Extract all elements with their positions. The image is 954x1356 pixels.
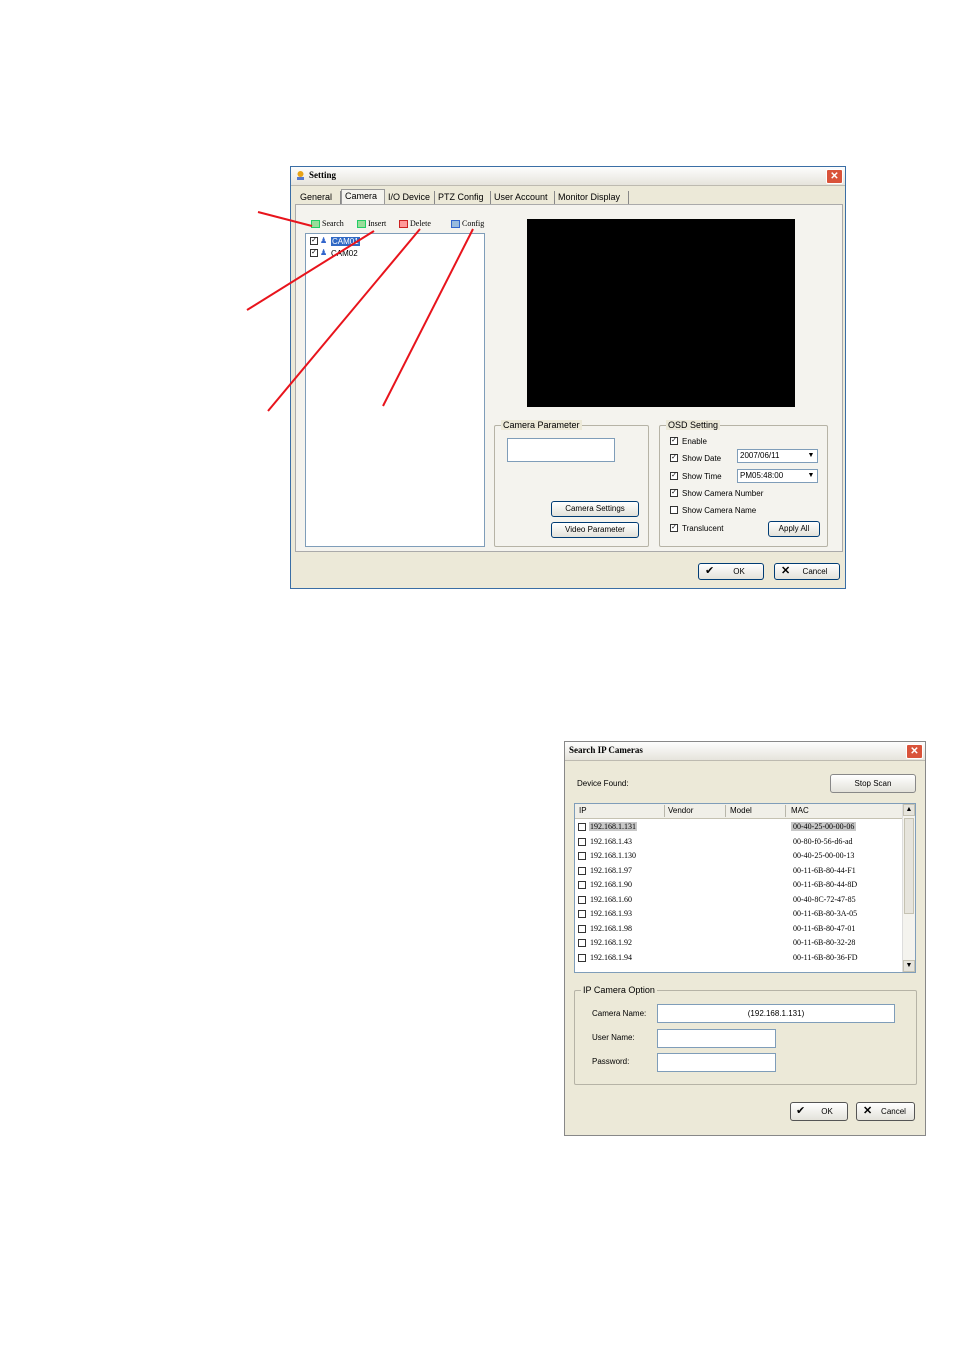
row-mac: 00-11-6B-80-44-F1 — [793, 865, 856, 875]
row-mac: 00-11-6B-80-44-8D — [793, 880, 858, 889]
table-row[interactable]: 192.168.1.97 00-11-6B-80-44-F1 — [578, 864, 898, 878]
table-row[interactable]: 192.168.1.94 00-11-6B-80-36-FD — [578, 951, 898, 965]
row-ip: 192.168.1.131 — [589, 822, 637, 831]
user-name-field[interactable] — [657, 1029, 776, 1048]
table-row[interactable]: 192.168.1.93 00-11-6B-80-3A-05 — [578, 907, 898, 921]
arrow-search — [257, 211, 313, 227]
row-ip: 192.168.1.90 — [590, 880, 632, 889]
checkbox[interactable] — [578, 881, 586, 889]
chevron-up-icon[interactable]: ▲ — [903, 804, 915, 816]
checkbox[interactable] — [578, 939, 586, 947]
list-scrollbar[interactable]: ▲ ▼ — [902, 804, 915, 972]
row-mac: 00-40-25-00-00-13 — [793, 851, 855, 860]
table-row[interactable]: 192.168.1.43 00-80-f0-56-d6-ad — [578, 835, 898, 849]
checkbox[interactable] — [578, 924, 586, 933]
user-name-label: User Name: — [592, 1033, 635, 1042]
column-vendor[interactable]: Vendor — [668, 806, 693, 815]
row-ip: 192.168.1.92 — [590, 938, 632, 947]
row-ip: 192.168.1.93 — [590, 909, 632, 918]
list-header: IP Vendor Model MAC — [575, 804, 903, 819]
checkbox[interactable] — [578, 866, 586, 875]
camera-name-label: Camera Name: — [592, 1009, 647, 1018]
annotation-arrows — [246, 211, 474, 412]
search-ok-button[interactable]: ✔ OK — [790, 1102, 848, 1121]
row-ip: 192.168.1.130 — [590, 851, 636, 860]
table-row[interactable]: 192.168.1.98 00-11-6B-80-47-01 — [578, 922, 898, 936]
row-mac: 00-80-f0-56-d6-ad — [793, 836, 853, 846]
table-row[interactable]: 192.168.1.130 00-40-25-00-00-13 — [578, 849, 898, 863]
table-row[interactable]: 192.168.1.60 00-40-8C-72-47-85 — [578, 893, 898, 907]
scroll-thumb[interactable] — [904, 818, 914, 914]
arrow-insert — [246, 230, 375, 311]
row-ip: 192.168.1.97 — [590, 865, 632, 875]
column-ip[interactable]: IP — [579, 806, 587, 815]
checkbox[interactable] — [578, 953, 586, 962]
row-ip: 192.168.1.98 — [590, 923, 632, 933]
search-title-bar: Search IP Cameras ✕ — [565, 742, 925, 761]
chevron-down-icon[interactable]: ▼ — [903, 960, 915, 972]
row-ip: 192.168.1.60 — [590, 894, 632, 904]
search-ip-cameras-window: Search IP Cameras ✕ Device Found: Stop S… — [564, 741, 926, 1136]
row-mac: 00-40-8C-72-47-85 — [793, 894, 856, 904]
device-list[interactable]: IP Vendor Model MAC 192.168.1.131 00-40-2… — [574, 803, 916, 973]
close-icon[interactable]: ✕ — [906, 744, 923, 759]
ip-camera-option-group: IP Camera Option Camera Name: (192.168.1… — [574, 985, 917, 1085]
checkbox[interactable] — [578, 895, 586, 904]
arrow-config — [382, 228, 474, 407]
table-row[interactable]: 192.168.1.90 00-11-6B-80-44-8D — [578, 878, 898, 892]
check-icon: ✔ — [796, 1105, 806, 1117]
checkbox[interactable] — [578, 823, 586, 831]
row-ip: 192.168.1.43 — [590, 836, 632, 846]
row-mac: 00-40-25-00-00-06 — [791, 822, 857, 831]
stop-scan-button[interactable]: Stop Scan — [830, 774, 916, 793]
table-row[interactable]: 192.168.1.131 00-40-25-00-00-06 — [578, 820, 898, 834]
search-title: Search IP Cameras — [569, 745, 643, 755]
column-mac[interactable]: MAC — [791, 806, 809, 815]
password-field[interactable] — [657, 1053, 776, 1072]
arrow-delete — [267, 228, 421, 412]
password-label: Password: — [592, 1057, 630, 1066]
row-mac: 00-11-6B-80-3A-05 — [793, 909, 858, 918]
table-row[interactable]: 192.168.1.92 00-11-6B-80-32-28 — [578, 936, 898, 950]
checkbox[interactable] — [578, 852, 586, 860]
camera-name-field[interactable]: (192.168.1.131) — [657, 1004, 895, 1023]
row-ip: 192.168.1.94 — [590, 952, 632, 962]
checkbox[interactable] — [578, 837, 586, 846]
close-icon: ✕ — [863, 1105, 873, 1117]
row-mac: 00-11-6B-80-36-FD — [793, 952, 858, 962]
column-model[interactable]: Model — [730, 806, 752, 815]
search-cancel-button[interactable]: ✕ Cancel — [856, 1102, 915, 1121]
row-mac: 00-11-6B-80-32-28 — [793, 938, 856, 947]
checkbox[interactable] — [578, 910, 586, 918]
row-mac: 00-11-6B-80-47-01 — [793, 923, 856, 933]
device-found-label: Device Found: — [577, 779, 629, 788]
